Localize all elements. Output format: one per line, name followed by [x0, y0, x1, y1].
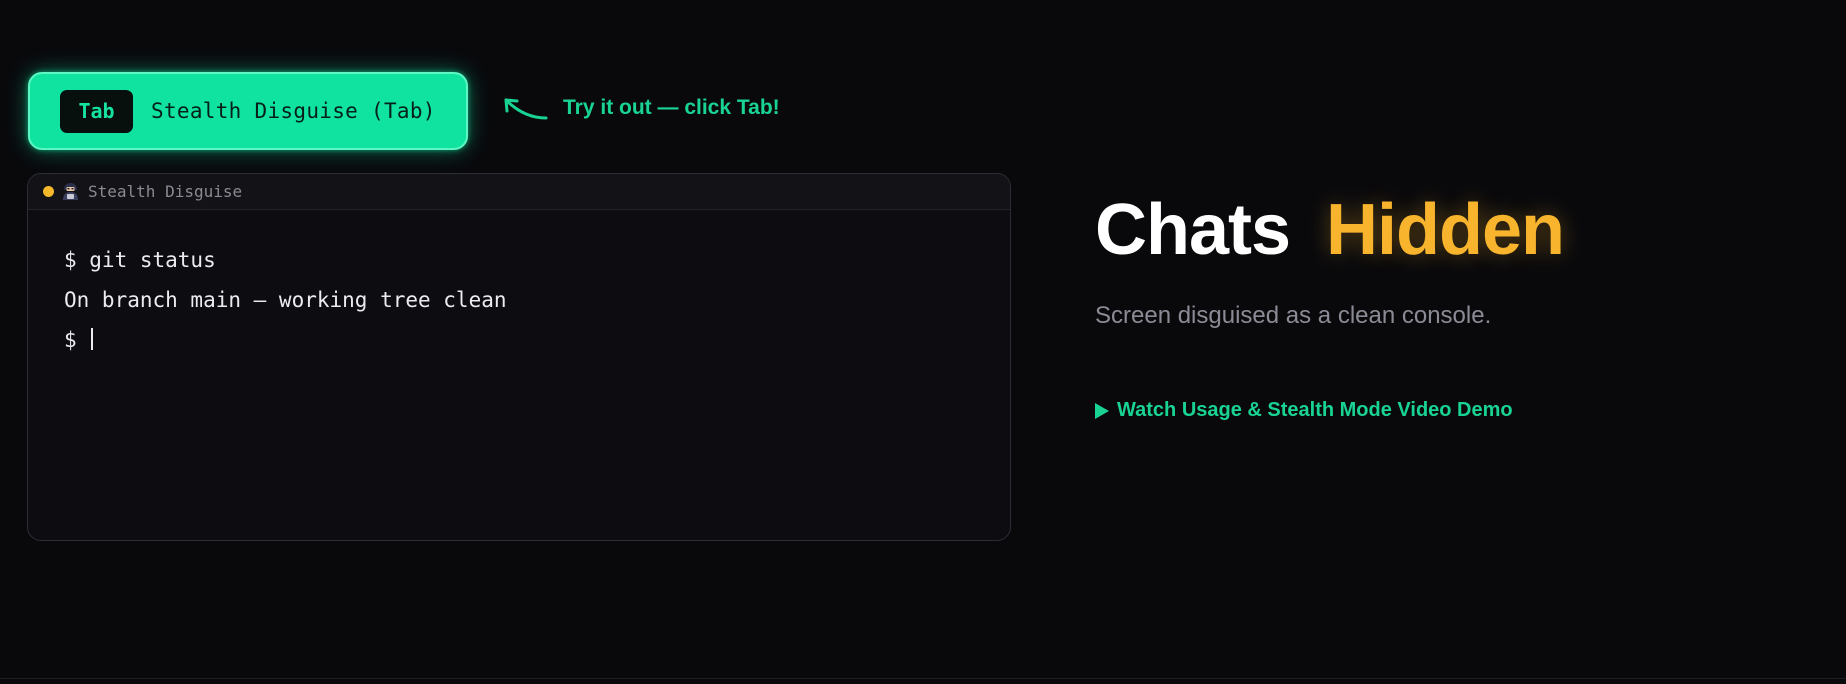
stealth-disguise-label: Stealth Disguise (Tab)	[151, 99, 436, 123]
hero-subheadline: Screen disguised as a clean console.	[1095, 302, 1492, 329]
terminal-title: Stealth Disguise	[88, 182, 243, 201]
headline-primary: Chats	[1095, 190, 1291, 270]
terminal-line: $ git status	[64, 248, 216, 272]
hero-headline: Chats Hidden	[1095, 188, 1565, 272]
terminal-output: $ git status On branch main — working tr…	[28, 210, 1010, 360]
video-demo-label: Watch Usage & Stealth Mode Video Demo	[1117, 399, 1513, 421]
terminal-window: Stealth Disguise $ git status On branch …	[27, 173, 1011, 541]
tab-key-badge: Tab	[60, 89, 133, 133]
terminal-prompt-line[interactable]: $	[64, 320, 1010, 360]
stealth-disguise-toggle-button[interactable]: Tab Stealth Disguise (Tab)	[28, 72, 468, 150]
play-icon	[1095, 402, 1109, 419]
text-cursor	[91, 328, 94, 350]
headline-accent: Hidden	[1326, 190, 1565, 270]
terminal-titlebar: Stealth Disguise	[28, 174, 1010, 210]
terminal-prompt: $	[64, 328, 90, 352]
terminal-line: On branch main — working tree clean	[64, 288, 507, 312]
hacker-icon	[63, 183, 78, 200]
try-it-hint: Try it out — click Tab!	[563, 96, 780, 119]
bottom-divider	[0, 678, 1846, 679]
status-dot	[43, 186, 54, 197]
curved-arrow-icon	[504, 98, 548, 120]
video-demo-link[interactable]: Watch Usage & Stealth Mode Video Demo	[1095, 399, 1513, 422]
